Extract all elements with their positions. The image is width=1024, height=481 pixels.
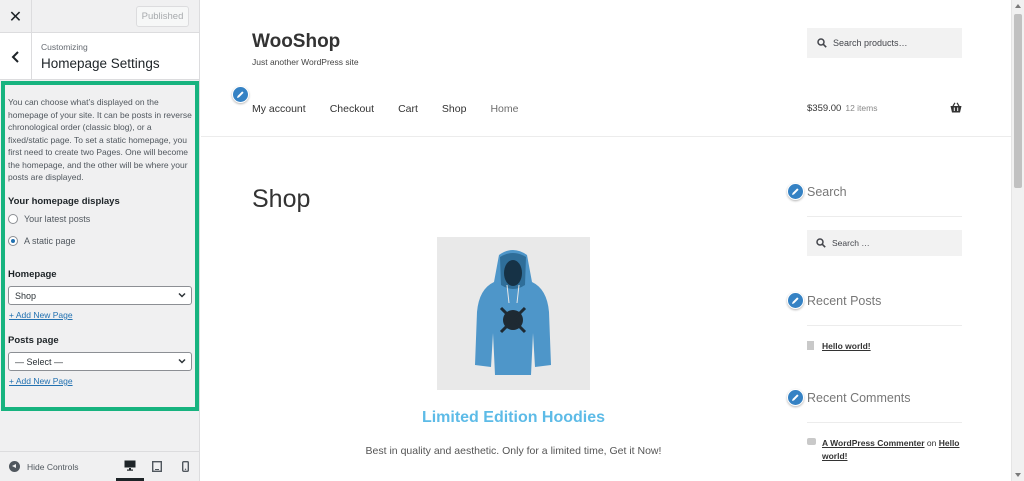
widget-search-input[interactable]: Search … (807, 230, 962, 256)
header-cart[interactable]: $359.00 12 items (807, 102, 962, 114)
add-new-homepage-link[interactable]: + Add New Page (9, 310, 73, 320)
scroll-thumb[interactable] (1014, 14, 1022, 188)
search-placeholder: Search products… (833, 38, 908, 48)
pencil-icon (792, 394, 799, 401)
mobile-icon (181, 461, 189, 472)
device-mobile-button[interactable] (171, 452, 199, 481)
comment-icon (807, 438, 816, 445)
product-description: Best in quality and aesthetic. Only for … (365, 445, 662, 457)
tablet-icon (152, 461, 162, 472)
recent-post-link[interactable]: Hello world! (822, 341, 871, 351)
chevron-down-icon (178, 358, 186, 364)
edit-menu-shortcut[interactable] (232, 86, 249, 103)
document-icon (807, 341, 814, 350)
widget-divider (807, 325, 962, 326)
section-description: You can choose what’s displayed on the h… (8, 97, 192, 182)
nav-home[interactable]: Home (490, 103, 518, 115)
radio-label: A static page (24, 236, 76, 246)
site-preview: WooShop Just another WordPress site Sear… (201, 0, 1011, 481)
posts-page-select-value: — Select — (15, 356, 64, 367)
widget-search-placeholder: Search … (832, 238, 870, 248)
device-tablet-button[interactable] (143, 452, 171, 481)
posts-page-select[interactable]: — Select — (8, 352, 192, 371)
primary-navigation: My account Checkout Cart Shop Home (252, 103, 542, 115)
nav-shop[interactable]: Shop (442, 103, 467, 115)
search-icon (817, 38, 827, 48)
edit-widget-recent-posts-shortcut[interactable] (787, 292, 804, 309)
posts-page-label: Posts page (8, 335, 59, 346)
edit-widget-recent-comments-shortcut[interactable] (787, 389, 804, 406)
cart-item-count: 12 items (845, 103, 878, 113)
section-header: Customizing Homepage Settings (0, 33, 199, 80)
chevron-down-icon (178, 292, 186, 298)
customizer-footer: Hide Controls (0, 451, 200, 481)
chevron-left-icon (11, 50, 19, 63)
pencil-icon (792, 188, 799, 195)
comment-on-text: on (926, 438, 937, 448)
basket-icon (950, 102, 962, 113)
recent-comment: A WordPress Commenter on Hello world! (822, 437, 962, 462)
close-icon: ✕ (8, 8, 23, 26)
widget-search-title: Search (807, 185, 847, 199)
widget-divider (807, 422, 962, 423)
add-new-posts-page-link[interactable]: + Add New Page (9, 376, 73, 386)
radio-label: Your latest posts (24, 214, 91, 224)
product-title[interactable]: Limited Edition Hoodies (321, 409, 706, 427)
homepage-select[interactable]: Shop (8, 286, 192, 305)
cart-total: $359.00 (807, 103, 842, 114)
header-divider (201, 136, 1011, 137)
radio-button-checked[interactable] (8, 236, 18, 246)
comment-author-link[interactable]: A WordPress Commenter (822, 438, 925, 448)
back-button[interactable] (0, 33, 32, 80)
scroll-down-arrow[interactable] (1015, 473, 1021, 477)
widget-recent-comments-title: Recent Comments (807, 391, 911, 405)
homepage-select-value: Shop (15, 290, 37, 301)
published-button[interactable]: Published (136, 6, 189, 27)
nav-my-account[interactable]: My account (252, 103, 306, 115)
collapse-arrow-icon (9, 461, 20, 472)
section-title: Homepage Settings (41, 56, 160, 71)
nav-cart[interactable]: Cart (398, 103, 418, 115)
edit-widget-search-shortcut[interactable] (787, 183, 804, 200)
device-desktop-button[interactable] (116, 452, 144, 481)
widget-recent-posts-title: Recent Posts (807, 294, 882, 308)
search-icon (816, 238, 826, 248)
radio-static-page[interactable]: A static page (8, 236, 76, 246)
widget-divider (807, 216, 962, 217)
customizer-sidebar: ✕ Published Customizing Homepage Setting… (0, 0, 200, 481)
page-title: Shop (252, 185, 311, 213)
customizer-header: ✕ Published (0, 0, 199, 33)
close-button[interactable]: ✕ (0, 0, 32, 33)
product-search-input[interactable]: Search products… (807, 28, 962, 58)
pencil-icon (792, 297, 799, 304)
blue-hoodie-image[interactable] (437, 237, 590, 390)
homepage-displays-label: Your homepage displays (8, 196, 120, 207)
radio-latest-posts[interactable]: Your latest posts (8, 214, 90, 224)
hoodie-illustration (475, 250, 551, 375)
radio-button[interactable] (8, 214, 18, 224)
pencil-icon (237, 91, 244, 98)
preview-scrollbar[interactable] (1011, 0, 1024, 481)
homepage-label: Homepage (8, 269, 57, 280)
site-title[interactable]: WooShop (252, 31, 340, 53)
desktop-icon (124, 460, 136, 471)
nav-checkout[interactable]: Checkout (330, 103, 374, 115)
scroll-up-arrow[interactable] (1015, 4, 1021, 8)
hide-controls-label: Hide Controls (27, 461, 79, 472)
breadcrumb: Customizing (41, 42, 88, 52)
site-tagline: Just another WordPress site (252, 57, 359, 67)
hide-controls-button[interactable]: Hide Controls (9, 461, 79, 472)
